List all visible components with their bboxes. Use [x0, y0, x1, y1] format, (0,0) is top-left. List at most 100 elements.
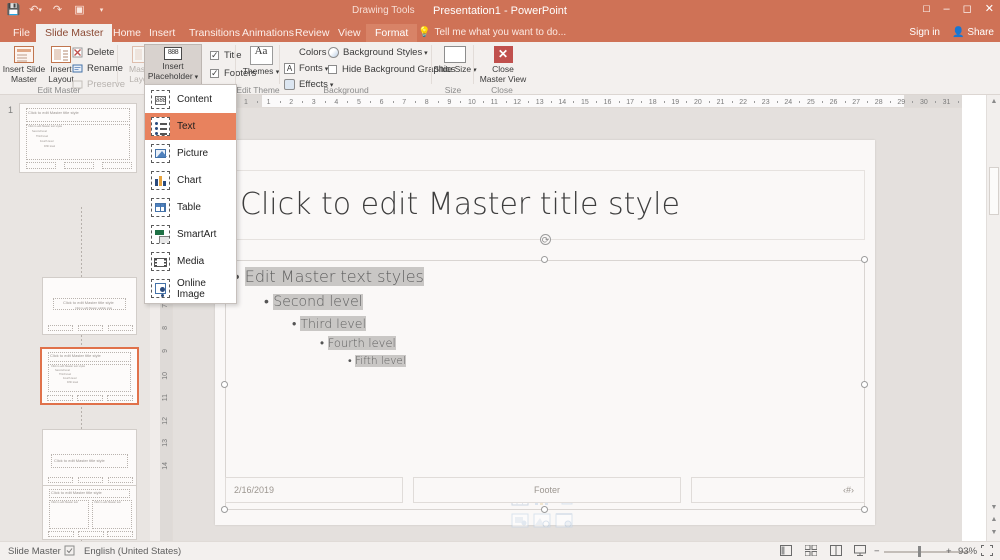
zoom-in-button[interactable]: + — [946, 546, 952, 557]
ruler-minor-tick — [437, 101, 439, 103]
menu-item-chart-label: Chart — [177, 175, 202, 186]
ribbon-group-edit-theme: Aa Themes ▾ Edit Theme — [236, 42, 280, 95]
menu-item-online-image-label: Online Image — [177, 277, 206, 300]
handle-top-right[interactable] — [861, 256, 868, 263]
slide-sorter-icon[interactable] — [805, 545, 818, 558]
ruler-minor-tick — [550, 101, 552, 103]
online-picture-icon[interactable] — [533, 513, 551, 528]
menu-item-table-label: Table — [177, 202, 201, 213]
handle-middle-left[interactable] — [221, 381, 228, 388]
thumbnail-title-slide-layout[interactable]: Click to edit Master title style Click t… — [42, 277, 137, 335]
menu-item-text-label: Text — [177, 121, 196, 132]
delete-master-button[interactable]: Delete — [72, 46, 114, 59]
menu-item-online-image[interactable]: Online Image — [145, 275, 236, 302]
menu-item-media[interactable]: Media — [145, 248, 236, 275]
tab-insert[interactable]: Insert — [140, 24, 184, 42]
slide-thumbnail-pane[interactable]: 1 Click to edit Master title style Click… — [0, 95, 160, 541]
thumbnail-two-content-layout[interactable]: Click to edit Master title style Click t… — [42, 485, 137, 540]
ribbon-display-options-icon[interactable]: ☐ — [922, 3, 930, 15]
zoom-level-label[interactable]: 93% — [958, 546, 977, 557]
delete-label: Delete — [87, 47, 115, 58]
menu-item-content[interactable]: 888 Content — [145, 86, 236, 113]
body-level-4: • Fourth level — [320, 336, 396, 350]
share-button[interactable]: 👤 Share — [952, 24, 994, 42]
video-icon[interactable] — [511, 513, 529, 528]
language-label[interactable]: English (United States) — [84, 546, 181, 557]
handle-bottom-center[interactable] — [541, 506, 548, 513]
ruler-minor-tick — [596, 101, 597, 103]
title-placeholder[interactable]: Click to edit Master title style — [225, 170, 865, 240]
close-master-view-button[interactable]: ✕ Close Master View — [479, 44, 527, 85]
vruler-tick: 9 — [162, 349, 169, 353]
thumbnail-title-and-content-layout[interactable]: Click to edit Master title style Click t… — [40, 347, 139, 405]
menu-item-chart[interactable]: Chart — [145, 167, 236, 194]
tab-view[interactable]: View — [329, 24, 370, 42]
handle-top-center[interactable] — [541, 256, 548, 263]
menu-item-smartart[interactable]: SmartArt — [145, 221, 236, 248]
online-image-placeholder-icon — [151, 279, 170, 298]
picture-icon[interactable] — [555, 513, 573, 528]
background-styles-button[interactable]: Background Styles ▾ — [328, 46, 428, 59]
horizontal-ruler[interactable]: 1 1 2 3 4 5 6 7 8 9 10 11 12 13 14 15 16 17 18 19 20 21 22 23 24… — [232, 95, 962, 108]
tab-slide-master[interactable]: Slide Master — [36, 24, 113, 42]
handle-bottom-left[interactable] — [221, 506, 228, 513]
body-level-5-text: Fifth level — [355, 355, 406, 367]
next-slide-icon[interactable]: ▼ — [990, 529, 998, 536]
window-controls[interactable]: ☐ – ◻ ✕ — [922, 3, 994, 15]
slide-canvas[interactable]: Click to edit Master title style ⟳ • Edi… — [173, 108, 962, 541]
zoom-slider-knob[interactable] — [918, 546, 921, 557]
scroll-up-icon[interactable]: ▲ — [990, 98, 998, 105]
handle-middle-right[interactable] — [861, 381, 868, 388]
handle-bottom-right[interactable] — [861, 506, 868, 513]
canvas-vertical-scrollbar[interactable]: ▲ ▼ ▲ ▼ — [986, 95, 1000, 541]
slideshow-icon[interactable] — [854, 545, 867, 558]
restore-icon[interactable]: ◻ — [963, 3, 972, 15]
sign-in-button[interactable]: Sign in — [909, 24, 940, 42]
footer-placeholder[interactable]: Footer — [413, 477, 681, 503]
thumbnail-slide-master[interactable]: Click to edit Master title style Click t… — [19, 103, 137, 173]
normal-view-icon[interactable] — [780, 545, 793, 558]
ruler-tick: 21 — [716, 99, 725, 106]
menu-item-picture[interactable]: Picture — [145, 140, 236, 167]
lightbulb-icon: 💡 — [418, 27, 431, 38]
ruler-minor-tick — [776, 101, 778, 103]
body-placeholder[interactable]: • Edit Master text styles • Second level… — [225, 260, 865, 528]
insert-placeholder-menu[interactable]: 888 Content Text Picture Chart Table Sma… — [144, 84, 237, 304]
accessibility-checker-icon[interactable] — [64, 545, 75, 556]
fonts-button[interactable]: A Fonts ▾ — [284, 62, 328, 75]
insert-placeholder-button[interactable]: 888 Insert Placeholder ▾ — [144, 44, 202, 89]
rotate-handle[interactable]: ⟳ — [540, 234, 551, 245]
menu-item-table[interactable]: Table — [145, 194, 236, 221]
slide-master-layout[interactable]: Click to edit Master title style ⟳ • Edi… — [215, 140, 875, 528]
scroll-down-icon[interactable]: ▼ — [990, 504, 998, 511]
title-bar: 💾 ↶ ▾ ↷ ▣ ▾ Drawing Tools Presentation1 -… — [0, 0, 1000, 24]
previous-slide-icon[interactable]: ▲ — [990, 516, 998, 523]
date-placeholder[interactable]: 2/16/2019 — [225, 477, 403, 503]
minimize-icon[interactable]: – — [944, 3, 950, 15]
ruler-tick: 8 — [424, 99, 429, 106]
colors-button[interactable]: Colors ▾ — [284, 46, 332, 59]
fonts-label: Fonts — [299, 63, 323, 74]
slide-size-button[interactable]: Slide Size ▾ — [433, 44, 477, 85]
group-label-edit-master: Edit Master — [37, 85, 81, 95]
vertical-scrollbar-thumb[interactable] — [989, 167, 999, 215]
vruler-tick: 14 — [162, 462, 169, 470]
tell-me-search[interactable]: 💡 Tell me what you want to do... — [418, 24, 566, 42]
ruler-minor-tick — [392, 101, 394, 103]
tab-file[interactable]: File — [4, 24, 39, 42]
tab-format[interactable]: Format — [366, 24, 418, 42]
insert-layout-label: Insert Layout — [48, 64, 74, 84]
footers-checkbox-box — [210, 67, 219, 80]
insert-slide-master-icon — [14, 46, 34, 63]
thumbnail-section-header-layout[interactable]: Click to edit Master title style — [42, 429, 137, 487]
zoom-out-button[interactable]: − — [874, 546, 880, 557]
close-icon[interactable]: ✕ — [985, 3, 994, 15]
themes-button[interactable]: Aa Themes ▾ — [239, 44, 283, 85]
reading-view-icon[interactable] — [830, 545, 843, 558]
ruler-tick: 19 — [671, 99, 680, 106]
fit-to-window-icon[interactable] — [981, 545, 994, 558]
rename-master-button[interactable]: Rename — [72, 62, 123, 75]
menu-item-text[interactable]: Text — [145, 113, 236, 140]
menu-item-picture-label: Picture — [177, 148, 209, 159]
slide-number-placeholder[interactable]: ‹#› — [691, 477, 865, 503]
